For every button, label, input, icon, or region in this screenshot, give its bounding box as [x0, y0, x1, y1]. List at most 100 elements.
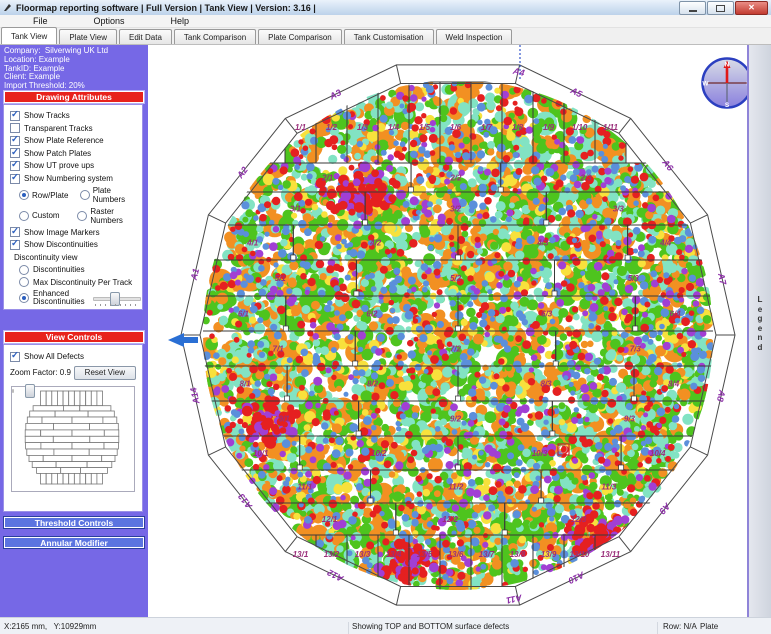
- show-ut-prove-ups-checkbox[interactable]: Show UT prove ups: [10, 161, 142, 171]
- enhanced-discontinuities-label: Enhanced Discontinuities: [33, 290, 89, 307]
- radio-circle: [19, 211, 29, 221]
- plate-label-1/11: 1/11: [603, 123, 619, 132]
- discontinuity-view-label: Discontinuity view: [14, 253, 142, 262]
- plate-label-13/11: 13/11: [601, 550, 621, 559]
- plate-label-1/7: 1/7: [481, 123, 493, 132]
- plate-label-8/1: 8/1: [239, 380, 251, 389]
- tank-minimap[interactable]: [11, 386, 135, 492]
- plate-label-1/9: 1/9: [543, 123, 555, 132]
- tab-plate-view[interactable]: Plate View: [59, 29, 117, 44]
- tab-plate-comparison[interactable]: Plate Comparison: [258, 29, 342, 44]
- view-controls-panel: Show All Defects Zoom Factor: 0.9Reset Vi…: [3, 344, 143, 512]
- checkbox-box: [10, 174, 20, 184]
- plate-label-13/8: 13/8: [510, 550, 526, 559]
- show-image-markers-checkbox[interactable]: Show Image Markers: [10, 227, 142, 237]
- radio-row: Custom Raster Numbers: [19, 207, 142, 225]
- annular-label-A3: A3: [327, 87, 343, 102]
- show-tracks-checkbox[interactable]: Show Tracks: [10, 111, 142, 121]
- plate-label-2/3: 2/3: [580, 174, 593, 183]
- plate-label-13/2: 13/2: [324, 550, 340, 559]
- tab-tank-customisation[interactable]: Tank Customisation: [344, 29, 434, 44]
- show-patch-plates-label: Show Patch Plates: [24, 149, 91, 158]
- row-plate-label: Row/Plate: [32, 191, 68, 200]
- custom-radio[interactable]: Custom: [19, 211, 73, 221]
- plate-label-13/3: 13/3: [355, 550, 371, 559]
- zoom-factor-label: Zoom Factor: 0.9: [10, 368, 71, 377]
- reset-view-button[interactable]: Reset View: [74, 366, 136, 380]
- enhanced-discontinuities-slider[interactable]: [93, 291, 141, 306]
- plate-label-4/4: 4/4: [659, 239, 672, 248]
- max-discontinuity-per-track-label: Max Discontinuity Per Track: [33, 278, 132, 287]
- show-ut-prove-ups-label: Show UT prove ups: [24, 161, 94, 170]
- max-discontinuity-per-track-radio[interactable]: Max Discontinuity Per Track: [19, 277, 142, 287]
- plate-label-7/3: 7/3: [630, 345, 642, 354]
- menu-file[interactable]: File: [10, 16, 71, 26]
- zoom-factor-row: Zoom Factor: 0.9Reset View: [10, 366, 136, 380]
- plate-label-13/9: 13/9: [541, 550, 557, 559]
- compass-icon: N S W E: [699, 55, 747, 111]
- show-numbering-system-checkbox[interactable]: Show Numbering system: [10, 174, 142, 184]
- checkbox-box: [10, 227, 20, 237]
- plate-label-11/3: 11/3: [601, 483, 617, 492]
- row-plate-radio[interactable]: Row/Plate: [19, 190, 76, 200]
- status-coordinates: X:2165 mm, Y:10929mm: [4, 622, 96, 631]
- discontinuities-radio[interactable]: Discontinuities: [19, 265, 142, 275]
- plate-label-9/3: 9/3: [624, 415, 636, 424]
- legend-strip[interactable]: Legend: [747, 45, 771, 617]
- plate-label-11/1: 11/1: [297, 483, 313, 492]
- show-discontinuities-label: Show Discontinuities: [24, 240, 98, 249]
- menu-options[interactable]: Options: [71, 16, 148, 26]
- threshold-controls-button[interactable]: Threshold Controls: [3, 516, 145, 529]
- annular-label-A12: A12: [326, 567, 346, 584]
- plate-label-4/3: 4/3: [536, 239, 549, 248]
- plate-label-10/1: 10/1: [253, 449, 269, 458]
- plate-label-1/6: 1/6: [450, 123, 462, 132]
- radio-circle: [19, 265, 29, 275]
- plate-label-3/3: 3/3: [613, 205, 625, 214]
- tab-tank-view[interactable]: Tank View: [1, 27, 57, 44]
- plate-label-1/5: 1/5: [419, 123, 431, 132]
- show-discontinuities-checkbox[interactable]: Show Discontinuities: [10, 240, 142, 250]
- plate-label-13/4: 13/4: [386, 550, 402, 559]
- minimize-button[interactable]: [679, 1, 706, 15]
- legend-letter: n: [749, 333, 771, 343]
- close-button[interactable]: ✕: [735, 1, 768, 15]
- plate-label-13/6: 13/6: [448, 550, 464, 559]
- plate-label-4/2: 4/2: [369, 239, 382, 248]
- plate-label-9/2: 9/2: [450, 415, 462, 424]
- raster-numbers-radio[interactable]: Raster Numbers: [77, 207, 142, 225]
- plate-label-1/8: 1/8: [512, 123, 524, 132]
- compass-north-label: N: [725, 62, 730, 69]
- plate-label-8/3: 8/3: [540, 380, 552, 389]
- transparent-tracks-checkbox[interactable]: Transparent Tracks: [10, 123, 142, 133]
- tab-edit-data[interactable]: Edit Data: [119, 29, 172, 44]
- plate-numbers-radio[interactable]: Plate Numbers: [80, 186, 142, 204]
- window-title: Floormap reporting software | Full Versi…: [16, 3, 316, 13]
- tab-weld-inspection[interactable]: Weld Inspection: [436, 29, 513, 44]
- tab-tank-comparison[interactable]: Tank Comparison: [174, 29, 256, 44]
- show-patch-plates-checkbox[interactable]: Show Patch Plates: [10, 148, 142, 158]
- plate-label-3/2: 3/2: [450, 205, 462, 214]
- tank-floor-map: 1/11/21/31/41/51/61/71/81/91/101/112/12/…: [148, 45, 747, 617]
- plate-label-13/7: 13/7: [479, 550, 495, 559]
- restore-button[interactable]: [707, 1, 734, 15]
- plate-label-9/1: 9/1: [279, 415, 291, 424]
- enhanced-discontinuities-radio[interactable]: Enhanced Discontinuities: [19, 290, 142, 307]
- checkbox-box: [10, 352, 20, 362]
- plate-label-6/3: 6/3: [541, 310, 553, 319]
- menu-help[interactable]: Help: [148, 16, 213, 26]
- plate-label-2/1: 2/1: [321, 174, 334, 183]
- radio-circle: [80, 190, 90, 200]
- plate-label-13/5: 13/5: [417, 550, 433, 559]
- show-plate-reference-label: Show Plate Reference: [24, 136, 104, 145]
- annular-modifier-button[interactable]: Annular Modifier: [3, 536, 145, 549]
- compass-south-label: S: [725, 102, 730, 109]
- show-plate-reference-checkbox[interactable]: Show Plate Reference: [10, 136, 142, 146]
- plate-label-1/2: 1/2: [326, 123, 338, 132]
- show-all-defects-checkbox[interactable]: Show All Defects: [10, 352, 142, 362]
- plate-label-10/4: 10/4: [650, 449, 666, 458]
- tank-view-canvas[interactable]: 1/11/21/31/41/51/61/71/81/91/101/112/12/…: [148, 45, 747, 617]
- status-plate: Plate: [700, 622, 718, 631]
- slider-thumb[interactable]: [25, 384, 35, 398]
- checkbox-box: [10, 161, 20, 171]
